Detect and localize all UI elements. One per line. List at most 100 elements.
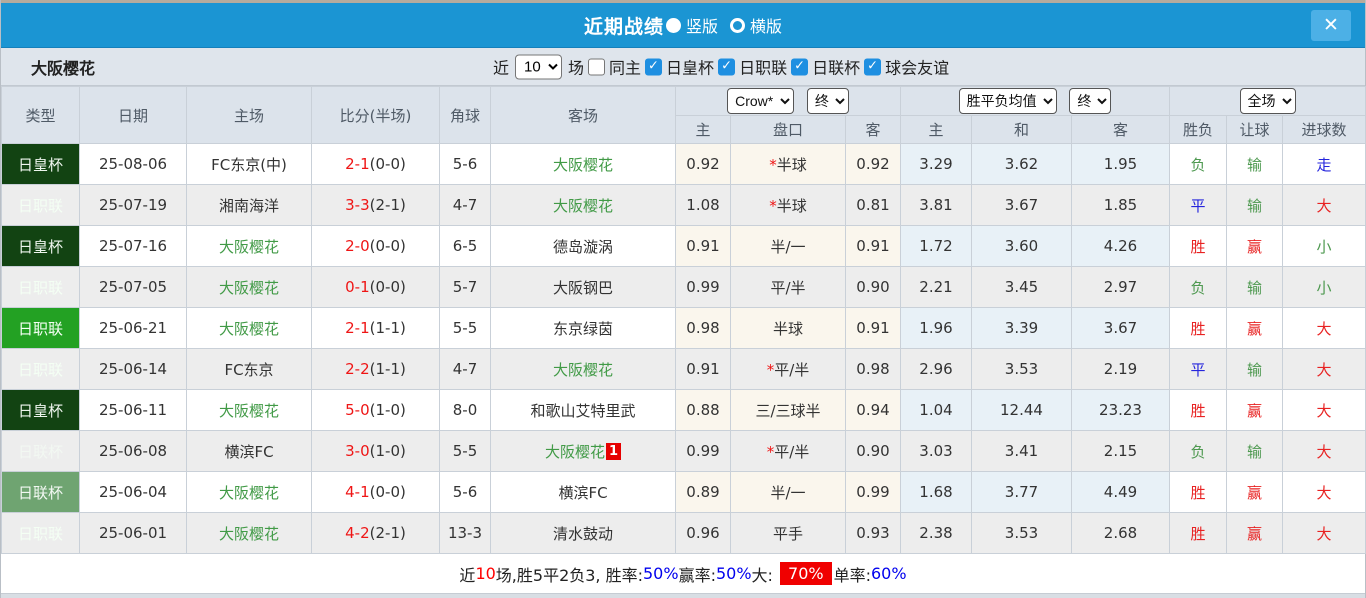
col-avg-draw: 和: [971, 115, 1072, 144]
col-score: 比分(半场): [311, 86, 440, 144]
period-select[interactable]: 全场: [1239, 88, 1296, 114]
handicap-cell: *平/半: [730, 348, 846, 390]
handicap-cell: 平/半: [730, 266, 846, 308]
date-cell: 25-06-08: [79, 430, 187, 472]
same-home-label[interactable]: 同主: [609, 55, 641, 79]
near-label: 近: [493, 58, 510, 78]
home-odds-cell: 0.99: [675, 266, 731, 308]
away-odds-cell: 0.93: [845, 512, 901, 554]
home-team-cell: 大阪樱花: [186, 266, 312, 308]
checkbox-icon[interactable]: [645, 58, 663, 75]
close-button[interactable]: ✕: [1311, 10, 1351, 41]
avg-draw-cell: 3.67: [971, 184, 1072, 226]
avg-away-cell: 2.19: [1070, 348, 1171, 390]
score-cell: 4-1(0-0): [311, 471, 440, 513]
handicap-star: *: [769, 155, 777, 174]
avg-away-cell: 3.67: [1070, 307, 1171, 349]
league-filter-3[interactable]: 球会友谊: [860, 55, 949, 79]
summary-footer: 近 10 场,胜5平2负3, 胜率: 50% 赢率: 50% 大: 70% 单率: 60%: [1, 554, 1365, 593]
avg-draw-cell: 3.41: [971, 430, 1072, 472]
score-cell: 3-0(1-0): [311, 430, 440, 472]
league-filter-1[interactable]: 日职联: [714, 55, 787, 79]
checkbox-icon[interactable]: [864, 58, 882, 75]
avg-type-select[interactable]: 胜平负均值: [958, 88, 1057, 114]
avg-draw-cell: 3.39: [971, 307, 1072, 349]
home-odds-cell: 0.92: [675, 143, 731, 185]
match-row: 日皇杯 25-06-11 大阪樱花 5-0(1-0) 8-0 和歌山艾特里武 0.88 三/三…: [1, 389, 1366, 431]
summary-count: 10: [475, 564, 496, 583]
col-type: 类型: [1, 86, 80, 144]
home-odds-cell: 0.99: [675, 430, 731, 472]
radio-horizontal-label[interactable]: 横版: [750, 13, 782, 37]
handicap-result-cell: 赢: [1226, 471, 1284, 513]
col-odds-away: 客: [845, 115, 901, 144]
handicap-cell: 平手: [730, 512, 846, 554]
result-cell: 平: [1169, 184, 1228, 226]
score-cell: 2-0(0-0): [311, 225, 440, 267]
goals-result-cell: 大: [1282, 389, 1366, 431]
league-type-cell: 日联杯: [1, 471, 80, 513]
avg-away-cell: 1.85: [1070, 184, 1171, 226]
away-odds-cell: 0.98: [845, 348, 901, 390]
home-odds-cell: 0.89: [675, 471, 731, 513]
result-cell: 负: [1169, 143, 1228, 185]
match-count-select[interactable]: 10: [515, 54, 563, 79]
odds-time-select[interactable]: 终: [806, 88, 849, 114]
result-cell: 负: [1169, 266, 1228, 308]
avg-away-cell: 2.68: [1070, 512, 1171, 554]
radio-selected-icon[interactable]: [665, 17, 681, 33]
note-badge: 1: [605, 442, 622, 460]
goals-result-cell: 走: [1282, 143, 1366, 185]
radio-unselected-icon[interactable]: [730, 17, 745, 33]
same-home-checkbox[interactable]: [588, 58, 606, 75]
result-cell: 胜: [1169, 307, 1228, 349]
handicap-star: *: [766, 442, 775, 461]
league-filter-label[interactable]: 日职联: [739, 55, 787, 79]
checkbox-icon[interactable]: [718, 58, 736, 75]
col-handicap: 盘口: [730, 115, 846, 144]
home-team-cell: 湘南海洋: [186, 184, 312, 226]
league-filter-label[interactable]: 球会友谊: [885, 55, 949, 79]
avg-time-select[interactable]: 终: [1069, 88, 1112, 114]
goals-result-cell: 小: [1282, 225, 1366, 267]
home-team-cell: FC东京(中): [186, 143, 312, 185]
goals-result-cell: 大: [1282, 430, 1366, 472]
home-odds-cell: 0.88: [675, 389, 731, 431]
result-cell: 负: [1169, 430, 1228, 472]
avg-draw-cell: 3.77: [971, 471, 1072, 513]
single-rate-label: 单率:: [833, 565, 871, 585]
radio-vertical-label[interactable]: 竖版: [686, 13, 718, 37]
home-odds-cell: 0.96: [675, 512, 731, 554]
handicap-cell: *半球: [730, 143, 846, 185]
away-team-cell: 德岛漩涡: [490, 225, 676, 267]
league-filter-2[interactable]: 日联杯: [787, 55, 860, 79]
date-cell: 25-08-06: [79, 143, 187, 185]
table-header: 类型 日期 主场 比分(半场) 角球 客场 Crow* 终 胜平负均值 终 全场: [1, 86, 1366, 144]
avg-draw-cell: 12.44: [971, 389, 1072, 431]
avg-home-cell: 1.72: [900, 225, 972, 267]
checkbox-icon[interactable]: [791, 58, 809, 75]
score-cell: 2-1(0-0): [311, 143, 440, 185]
handicap-result-cell: 输: [1226, 266, 1284, 308]
goals-result-cell: 小: [1282, 266, 1366, 308]
handicap-cell: 半球: [730, 307, 846, 349]
league-filter-label[interactable]: 日联杯: [812, 55, 860, 79]
avg-home-cell: 2.96: [900, 348, 972, 390]
result-cell: 平: [1169, 348, 1228, 390]
league-filter-label[interactable]: 日皇杯: [666, 55, 714, 79]
result-cell: 胜: [1169, 512, 1228, 554]
home-odds-cell: 0.91: [675, 225, 731, 267]
match-table-body: 日皇杯 25-08-06 FC东京(中) 2-1(0-0) 5-6 大阪樱花 0.92 *半球…: [1, 143, 1366, 554]
league-type-cell: 日职联: [1, 348, 80, 390]
single-rate: 60%: [871, 564, 907, 583]
avg-home-cell: 1.68: [900, 471, 972, 513]
league-filter-0[interactable]: 日皇杯: [641, 55, 714, 79]
odds-company-select[interactable]: Crow*: [727, 88, 795, 114]
date-cell: 25-06-14: [79, 348, 187, 390]
dialog-title: 近期战绩: [583, 15, 664, 38]
date-cell: 25-07-16: [79, 225, 187, 267]
avg-draw-cell: 3.62: [971, 143, 1072, 185]
corners-cell: 13-3: [439, 512, 491, 554]
league-type-cell: 日职联: [1, 512, 80, 554]
away-team-cell: 大阪钢巴: [490, 266, 676, 308]
